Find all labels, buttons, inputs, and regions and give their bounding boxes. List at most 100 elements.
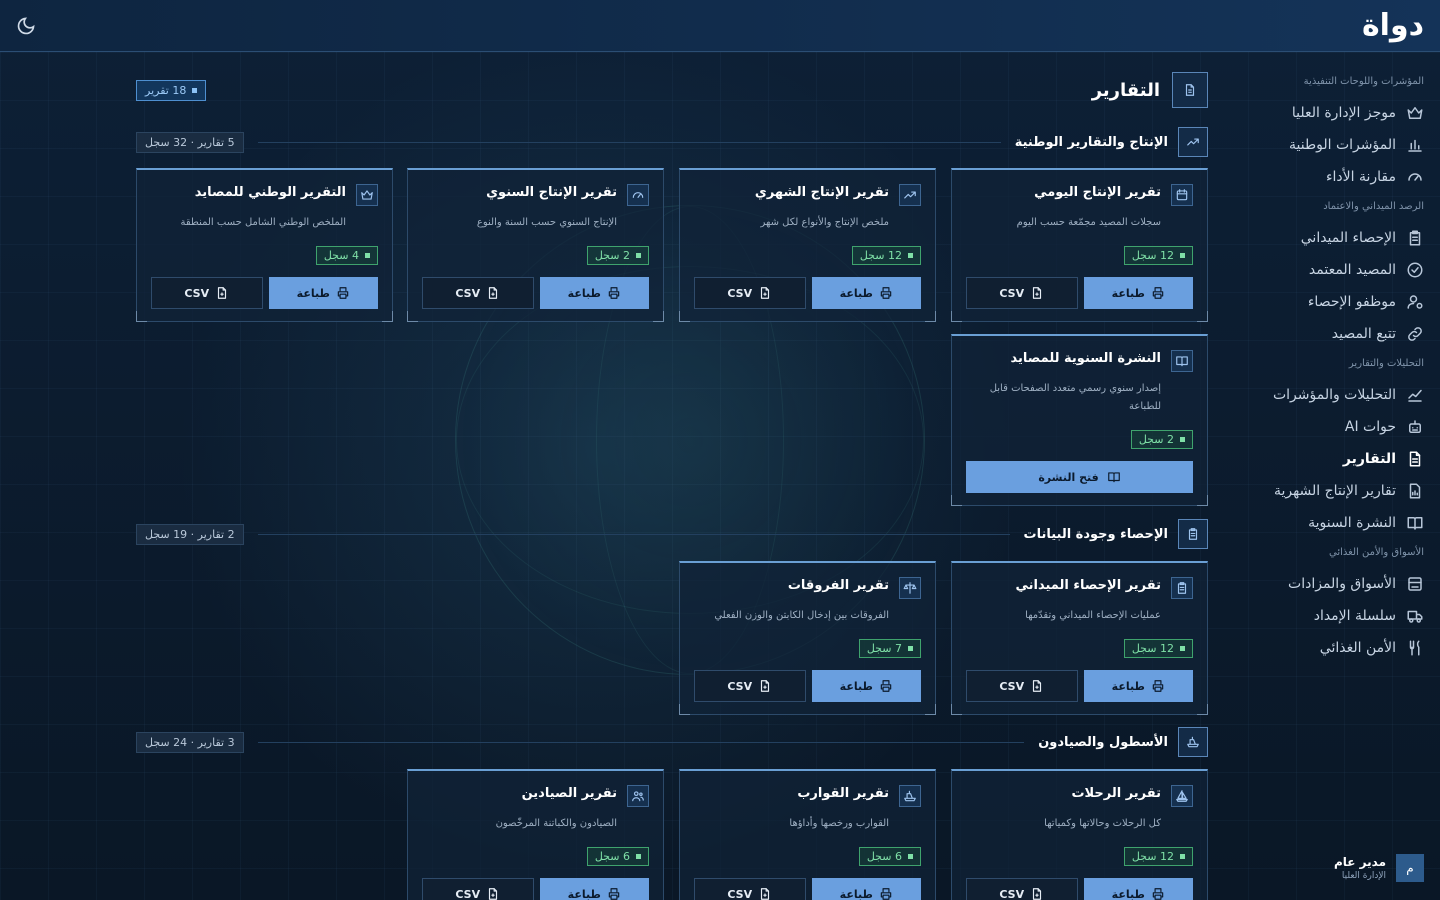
sidebar-heading: الأسواق والأمن الغذائي (1329, 547, 1424, 558)
avatar[interactable]: م (1396, 854, 1424, 882)
print-label: طباعة (296, 286, 330, 300)
records-row: 12 سجل (694, 246, 921, 265)
csv-button[interactable]: CSV (151, 277, 263, 309)
card-head: تقرير الفروقات (694, 577, 921, 599)
card-description: عمليات الإحصاء الميداني وتقدّمها (1025, 610, 1161, 621)
badge-dot (1180, 437, 1185, 442)
sidebar-item[interactable]: الأسواق والمزادات (1210, 568, 1424, 600)
link-icon (1408, 327, 1422, 341)
records-badge: 7 سجل (858, 639, 921, 658)
sidebar-item[interactable]: التقارير (1210, 443, 1424, 475)
records-badge: 12 سجل (851, 246, 921, 265)
section-title: الإنتاج والتقارير الوطنية (1014, 134, 1168, 150)
user-profile[interactable]: م مدير عام الإدارة العليا (1334, 854, 1424, 882)
badge-dot (1180, 646, 1185, 651)
section-title-wrap: الإنتاج والتقارير الوطنية (1015, 127, 1208, 157)
printer-icon (608, 888, 620, 900)
section-divider (257, 141, 1001, 143)
card-actions: طباعة CSV (151, 277, 378, 309)
records-badge: 12 سجل (1123, 847, 1193, 866)
csv-button[interactable]: CSV (966, 878, 1078, 900)
badge-dot (365, 253, 370, 258)
file-icon (1033, 888, 1042, 900)
print-button[interactable]: طباعة (539, 878, 649, 900)
section-header: الأسطول والصيادون 3 تقارير · 24 سجل (136, 726, 1208, 758)
sidebar-item[interactable]: موظفو الإحصاء (1210, 286, 1424, 318)
file-icon (218, 287, 227, 299)
print-button[interactable]: طباعة (811, 277, 921, 309)
card-head: تقرير الإنتاج اليومي (966, 184, 1193, 206)
clipboard-icon (1188, 528, 1198, 540)
card-actions: طباعة CSV (422, 878, 649, 900)
file-icon (761, 888, 770, 900)
sidebar-item[interactable]: الأمن الغذائي (1210, 632, 1424, 664)
print-button[interactable]: طباعة (539, 277, 649, 309)
print-label: طباعة (1111, 286, 1145, 300)
card-head: تقرير الإحصاء الميداني (966, 577, 1193, 599)
print-button[interactable]: طباعة (811, 670, 921, 702)
card-title: النشرة السنوية للمصايد (1010, 351, 1161, 366)
csv-label: CSV (999, 679, 1025, 693)
sidebar-group: المؤشرات واللوحات التنفيذية موجز الإدارة … (1210, 76, 1424, 193)
sidebar-item[interactable]: المؤشرات الوطنية (1210, 129, 1424, 161)
sidebar-item-label: المصيد المعتمد (1308, 262, 1396, 278)
records-badge: 12 سجل (1123, 639, 1193, 658)
print-button[interactable]: طباعة (268, 277, 378, 309)
document-icon (1172, 72, 1208, 108)
page-title-wrap: التقارير (1092, 72, 1208, 108)
sidebar-heading: التحليلات والتقارير (1348, 358, 1424, 369)
badge-dot (636, 253, 641, 258)
print-button[interactable]: طباعة (1083, 277, 1193, 309)
csv-button[interactable]: CSV (966, 277, 1078, 309)
printer-icon (1152, 888, 1164, 900)
records-row: 12 سجل (966, 847, 1193, 866)
sidebar-item[interactable]: المصيد المعتمد (1210, 254, 1424, 286)
csv-button[interactable]: CSV (694, 670, 806, 702)
print-label: طباعة (839, 887, 873, 900)
card-description: ملخص الإنتاج والأنواع لكل شهر (760, 217, 889, 228)
printer-icon (880, 888, 892, 900)
card-description: الفروقات بين إدخال الكابتن والوزن الفعلي (714, 610, 889, 621)
sidebar-item[interactable]: تقارير الإنتاج الشهرية (1210, 475, 1424, 507)
print-button[interactable]: طباعة (1083, 878, 1193, 900)
report-card: تقرير الفروقات الفروقات بين إدخال الكابتن… (679, 561, 936, 715)
section-meta: 3 تقارير · 24 سجل (136, 731, 244, 753)
app-logo[interactable]: دواة (1362, 10, 1425, 41)
csv-button[interactable]: CSV (422, 878, 534, 900)
records-badge: 4 سجل (315, 246, 378, 265)
records-count: 7 سجل (866, 642, 902, 655)
sidebar-item[interactable]: حوات AI (1210, 411, 1424, 443)
print-button[interactable]: طباعة (1083, 670, 1193, 702)
page-title: التقارير (1091, 79, 1160, 101)
sidebar-item[interactable]: النشرة السنوية (1210, 507, 1424, 539)
badge-dot (636, 854, 641, 859)
sidebar-group: الرصد الميداني والاعتماد الإحصاء الميداني… (1210, 201, 1424, 350)
csv-label: CSV (999, 887, 1025, 900)
card-icon (899, 184, 921, 206)
moon-icon[interactable] (16, 16, 36, 36)
records-count: 4 سجل (323, 249, 359, 262)
section-icon (1178, 519, 1208, 549)
card-head: تقرير الإنتاج السنوي (422, 184, 649, 206)
sidebar-item[interactable]: الإحصاء الميداني (1210, 222, 1424, 254)
csv-button[interactable]: CSV (694, 878, 806, 900)
trend-up-icon (904, 191, 916, 199)
open-bulletin-button[interactable]: فتح النشرة (966, 461, 1193, 493)
csv-button[interactable]: CSV (422, 277, 534, 309)
report-card: تقرير الإحصاء الميداني عمليات الإحصاء الم… (951, 561, 1208, 715)
csv-button[interactable]: CSV (694, 277, 806, 309)
report-card: تقرير الإنتاج اليومي سجلات المصيد مجمّعة … (951, 168, 1208, 322)
printer-icon (880, 287, 892, 299)
sidebar-item[interactable]: موجز الإدارة العليا (1210, 97, 1424, 129)
card-actions: طباعة CSV (966, 878, 1193, 900)
sidebar-item[interactable]: تتبع المصيد (1210, 318, 1424, 350)
sidebar-item[interactable]: مقارنة الأداء (1210, 161, 1424, 193)
print-button[interactable]: طباعة (811, 878, 921, 900)
sidebar-group: الأسواق والأمن الغذائي الأسواق والمزادات س… (1210, 547, 1424, 664)
card-description: الإنتاج السنوي حسب السنة والنوع (476, 217, 617, 228)
sidebar-item[interactable]: التحليلات والمؤشرات (1210, 379, 1424, 411)
card-head: النشرة السنوية للمصايد (966, 350, 1193, 372)
sidebar-item[interactable]: سلسلة الإمداد (1210, 600, 1424, 632)
csv-button[interactable]: CSV (966, 670, 1078, 702)
sidebar-heading: الرصد الميداني والاعتماد (1323, 201, 1424, 212)
